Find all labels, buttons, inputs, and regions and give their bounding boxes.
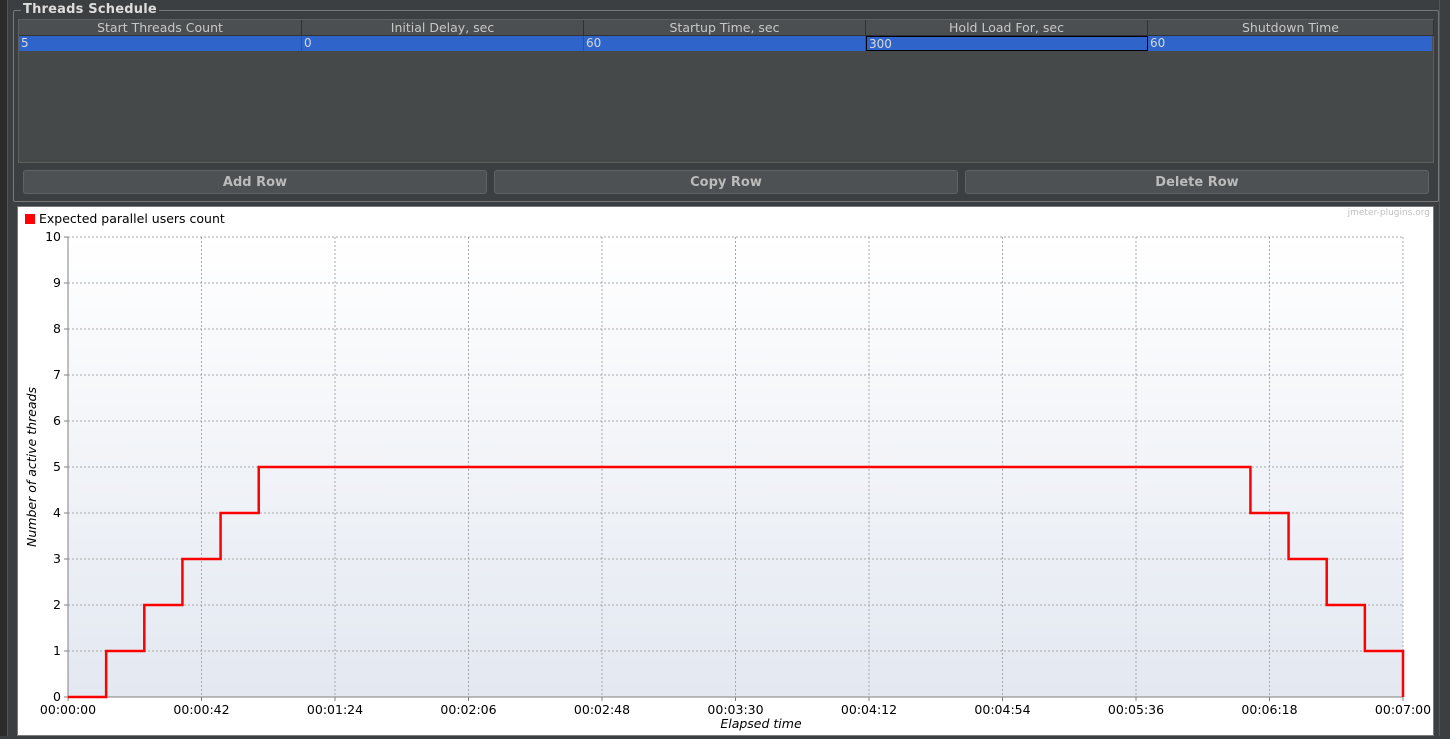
y-tick-label: 8	[53, 321, 61, 336]
y-tick-label: 1	[53, 643, 61, 658]
table-row[interactable]: 5 0 60 300 60	[19, 36, 1433, 51]
x-tick-label: 00:02:06	[440, 702, 496, 717]
column-header-startup-time[interactable]: Startup Time, sec	[584, 20, 866, 36]
y-tick-label: 5	[53, 459, 61, 474]
y-tick-label: 7	[53, 367, 61, 382]
delete-row-button[interactable]: Delete Row	[965, 170, 1429, 194]
x-tick-label: 00:04:12	[841, 702, 897, 717]
watermark: jmeter-plugins.org	[1347, 208, 1430, 218]
threads-schedule-table[interactable]: Start Threads Count Initial Delay, sec S…	[18, 19, 1434, 163]
right-window-edge	[1439, 0, 1450, 736]
left-window-edge	[0, 0, 8, 736]
x-tick-label: 00:06:18	[1241, 702, 1297, 717]
line-chart: 00:00:00 00:00:42 00:01:24 00:02:06 00:02:48…	[18, 207, 1433, 735]
cell-startup-time[interactable]: 60	[584, 36, 866, 51]
x-axis-label: Elapsed time	[720, 716, 802, 731]
table-header: Start Threads Count Initial Delay, sec S…	[19, 20, 1433, 36]
x-tick-label: 00:07:00	[1375, 702, 1431, 717]
cell-start-threads[interactable]: 5	[19, 36, 302, 51]
x-tick-label: 00:05:36	[1108, 702, 1164, 717]
x-tick-label: 00:00:00	[40, 702, 96, 717]
y-tick-label: 0	[53, 689, 61, 704]
x-tick-label: 00:02:48	[574, 702, 630, 717]
y-tick-label: 4	[53, 505, 61, 520]
threads-chart-panel: 00:00:00 00:00:42 00:01:24 00:02:06 00:02:48…	[17, 206, 1434, 736]
y-tick-label: 9	[53, 275, 61, 290]
copy-row-button[interactable]: Copy Row	[494, 170, 958, 194]
cell-shutdown-time[interactable]: 60	[1148, 36, 1433, 51]
y-tick-label: 10	[45, 229, 61, 244]
column-header-shutdown-time[interactable]: Shutdown Time	[1148, 20, 1434, 36]
y-tick-label: 2	[53, 597, 61, 612]
cell-initial-delay[interactable]: 0	[302, 36, 584, 51]
add-row-button[interactable]: Add Row	[23, 170, 487, 194]
y-tick-label: 3	[53, 551, 61, 566]
x-tick-label: 00:03:30	[707, 702, 763, 717]
column-header-start-threads[interactable]: Start Threads Count	[19, 20, 302, 36]
legend-swatch	[25, 214, 35, 224]
legend-label: Expected parallel users count	[39, 211, 225, 226]
x-tick-label: 00:01:24	[307, 702, 363, 717]
column-header-hold-load[interactable]: Hold Load For, sec	[866, 20, 1148, 36]
x-tick-label: 00:00:42	[173, 702, 229, 717]
panel-title: Threads Schedule	[21, 2, 159, 18]
column-header-initial-delay[interactable]: Initial Delay, sec	[302, 20, 584, 36]
x-tick-label: 00:04:54	[974, 702, 1030, 717]
y-axis-label: Number of active threads	[24, 387, 39, 547]
y-tick-label: 6	[53, 413, 61, 428]
cell-hold-load[interactable]: 300	[866, 36, 1148, 51]
